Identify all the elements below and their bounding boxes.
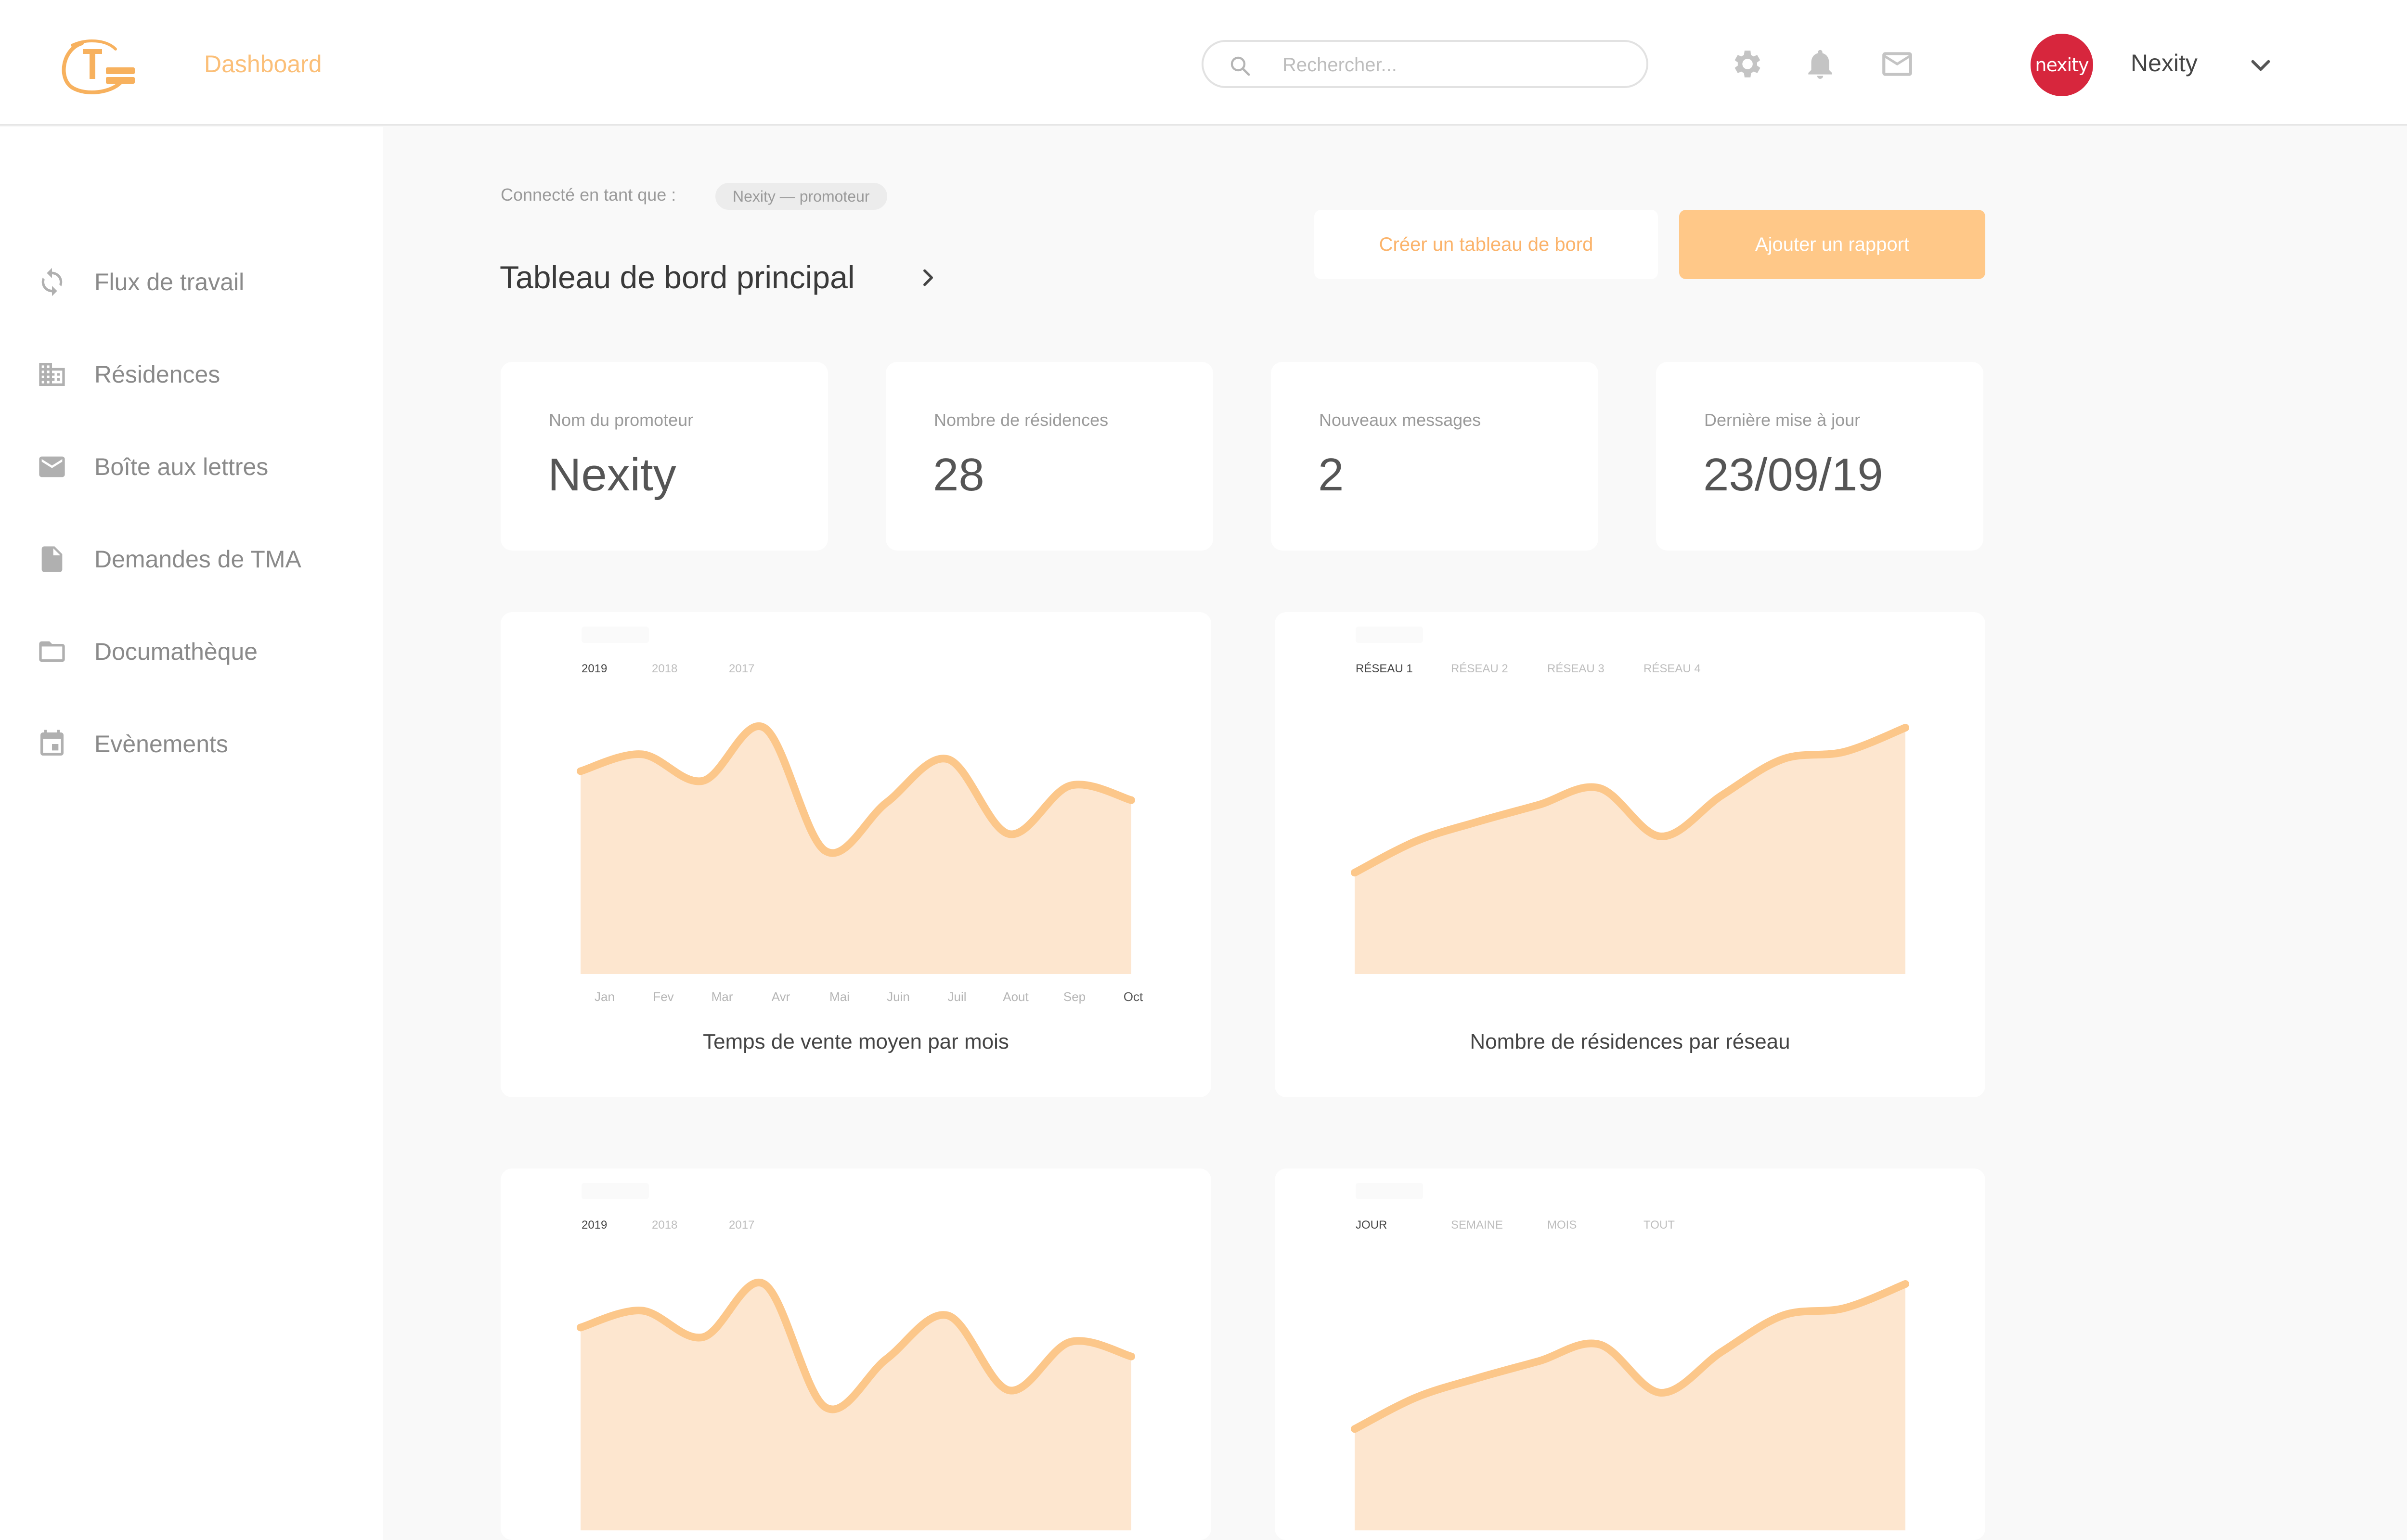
x-tick-label: Juil — [947, 989, 966, 1004]
stat-label: Nouveaux messages — [1319, 410, 1481, 430]
chart-card-period: JOUR SEMAINE MOIS TOUT — [1275, 1168, 1985, 1540]
area-chart: Jan Fev Mar Avr Mai Juin Juil Aout Sep Oct — [577, 722, 1143, 1004]
add-report-button[interactable]: Ajouter un rapport — [1679, 210, 1985, 279]
stat-label: Dernière mise à jour — [1704, 410, 1861, 430]
sidebar-item-evenements[interactable]: Evènements — [37, 725, 374, 763]
series-area — [1355, 728, 1905, 974]
x-tick-label: Juin — [887, 989, 910, 1004]
x-tick-label: Jan — [595, 989, 615, 1004]
user-name[interactable]: Nexity — [2131, 49, 2198, 77]
sidebar-item-label: Documathèque — [94, 638, 258, 665]
stat-card-promoter: Nom du promoteur Nexity — [501, 362, 828, 551]
sidebar-item-documatheque[interactable]: Documathèque — [37, 632, 374, 671]
x-tick-label: Mar — [712, 989, 733, 1004]
gear-icon[interactable] — [1728, 46, 1764, 82]
page-title: Tableau de bord principal — [500, 259, 855, 295]
avatar[interactable]: nexity — [2031, 34, 2093, 96]
sidebar-item-residences[interactable]: Résidences — [37, 355, 374, 394]
sidebar-item-label: Boîte aux lettres — [94, 453, 269, 480]
role-chip: Nexity — promoteur — [715, 183, 887, 210]
stat-value: 23/09/19 — [1703, 449, 1883, 500]
search-input[interactable] — [1281, 51, 1618, 79]
series-area — [1355, 1284, 1905, 1530]
chart-title: Temps de vente moyen par mois — [703, 1030, 1009, 1053]
sidebar-item-label: Evènements — [94, 731, 228, 757]
stat-card-messages: Nouveaux messages 2 — [1271, 362, 1598, 551]
nav-dashboard-link[interactable]: Dashboard — [204, 50, 322, 78]
chart-card-residences-network: RÉSEAU 1 RÉSEAU 2 RÉSEAU 3 RÉSEAU 4 Nombre d… — [1275, 612, 1985, 1097]
top-bar: Dashboard nexity Nexity — [0, 0, 2407, 126]
app-logo[interactable] — [53, 35, 140, 97]
x-tick-label: Oct — [1124, 989, 1143, 1004]
search-box[interactable] — [1202, 40, 1648, 88]
area-chart — [1351, 1280, 1909, 1530]
sidebar-item-demandes-de-tma[interactable]: Demandes de TMA — [37, 540, 374, 578]
sidebar-item-flux-de-travail[interactable]: Flux de travail — [37, 263, 374, 301]
connected-as-label: Connecté en tant que : — [501, 185, 676, 205]
create-dashboard-button[interactable]: Créer un tableau de bord — [1314, 210, 1658, 279]
stat-label: Nom du promoteur — [549, 410, 694, 430]
sync-icon — [41, 268, 63, 296]
x-tick-label: Fev — [653, 989, 673, 1004]
chart-card-sales-time-2: 2019 2018 2017 — [501, 1168, 1211, 1540]
area-chart — [1351, 724, 1909, 974]
chevron-right-icon[interactable] — [916, 266, 940, 290]
calendar-icon — [40, 730, 64, 756]
sidebar-item-label: Flux de travail — [94, 269, 245, 295]
x-tick-label: Avr — [772, 989, 790, 1004]
stat-value: Nexity — [548, 449, 676, 500]
chevron-down-icon[interactable] — [2247, 52, 2274, 79]
folder-icon — [39, 641, 65, 662]
mail-icon — [39, 456, 65, 477]
chart-title: Nombre de résidences par réseau — [1470, 1030, 1790, 1053]
stat-card-residences: Nombre de résidences 28 — [886, 362, 1213, 551]
sidebar-item-label: Résidences — [94, 361, 220, 388]
mail-icon[interactable] — [1879, 46, 1915, 82]
sidebar-item-boite-aux-lettres[interactable]: Boîte aux lettres — [37, 448, 374, 486]
building-icon — [39, 363, 65, 386]
chart-card-sales-time: 2019 2018 2017 Jan Fev Mar Avr Mai Juin Juil Aout S… — [501, 612, 1211, 1097]
stat-card-last-update: Dernière mise à jour 23/09/19 — [1656, 362, 1983, 551]
x-tick-label: Aout — [1003, 989, 1029, 1004]
area-chart — [577, 1279, 1135, 1530]
search-icon — [1230, 56, 1250, 76]
stat-label: Nombre de résidences — [934, 410, 1109, 430]
sidebar: Flux de travail Résidences Boîte aux let… — [0, 127, 383, 1540]
stat-value: 2 — [1318, 449, 1344, 500]
stat-value: 28 — [933, 449, 984, 500]
file-icon — [41, 546, 63, 572]
x-tick-label: Mai — [829, 989, 850, 1004]
x-tick-label: Sep — [1063, 989, 1086, 1004]
bell-icon[interactable] — [1802, 46, 1838, 82]
sidebar-item-label: Demandes de TMA — [94, 546, 301, 573]
